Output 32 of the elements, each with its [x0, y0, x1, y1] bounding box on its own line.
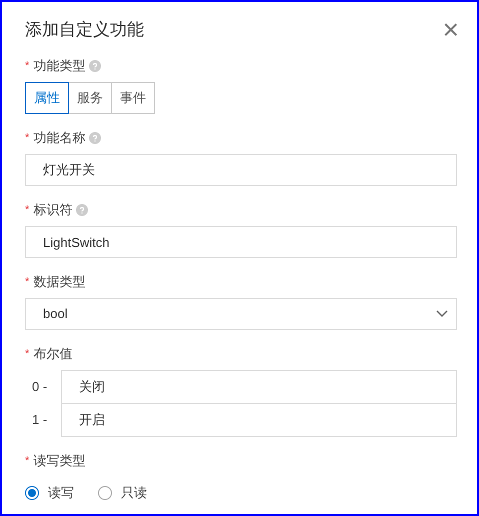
required-mark: *: [25, 346, 30, 362]
radio-button[interactable]: [25, 486, 39, 500]
chevron-icon: [436, 310, 448, 318]
radio-button[interactable]: [98, 486, 112, 500]
value-field[interactable]: 开启: [61, 403, 457, 437]
text-field[interactable]: LightSwitch: [25, 226, 457, 258]
segment-tab[interactable]: 属性: [25, 82, 69, 114]
select-field[interactable]: bool: [25, 298, 457, 330]
field-label: 读写类型: [33, 452, 86, 470]
field-label: 布尔值: [33, 345, 72, 364]
dialog-title: 添加自定义功能: [25, 19, 144, 42]
required-mark: *: [25, 454, 30, 469]
field-label: 功能类型: [33, 57, 86, 76]
value-key: 0 -: [25, 377, 61, 397]
field-label: 功能名称: [33, 129, 86, 148]
required-mark: *: [25, 58, 30, 74]
radio-label: 只读: [121, 484, 147, 502]
close-button[interactable]: ×: [442, 16, 459, 44]
value-field[interactable]: 关闭: [61, 370, 457, 404]
help-icon[interactable]: [76, 204, 88, 216]
help-icon[interactable]: [89, 132, 102, 144]
value-key: 1 -: [25, 410, 61, 430]
field-label: 标识符: [33, 201, 72, 220]
help-icon[interactable]: [89, 60, 102, 72]
required-mark: *: [25, 274, 30, 290]
field-label: 数据类型: [33, 273, 86, 292]
required-mark: *: [25, 202, 30, 218]
segment-tab[interactable]: 事件: [111, 82, 155, 114]
radio-label: 读写: [48, 484, 74, 502]
segment-tab[interactable]: 服务: [68, 82, 112, 114]
required-mark: *: [25, 130, 30, 146]
text-field[interactable]: 灯光开关: [25, 154, 457, 186]
